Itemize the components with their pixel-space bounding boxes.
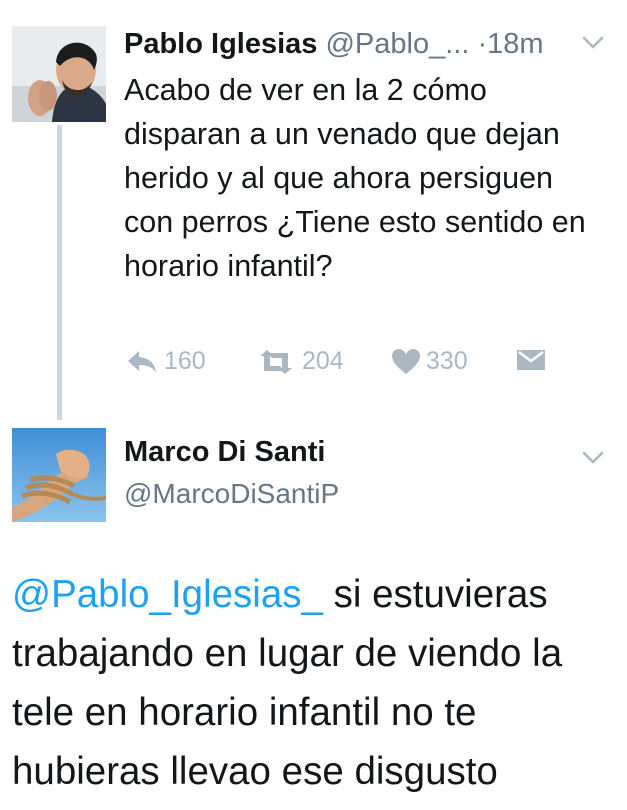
retweet-button[interactable]: 204	[256, 347, 344, 376]
author-name[interactable]: Pablo Iglesias	[124, 28, 317, 60]
thread-connector-line	[57, 125, 62, 420]
chevron-down-icon[interactable]	[582, 36, 604, 55]
direct-message-icon	[516, 347, 546, 373]
tweet-text: Acabo de ver en la 2 cómo disparan a un …	[124, 73, 586, 283]
reply-icon	[126, 349, 158, 375]
direct-message-button[interactable]	[516, 347, 546, 373]
tweet-time[interactable]: 18m	[487, 28, 543, 60]
like-count: 330	[426, 347, 468, 375]
reply-button[interactable]: 160	[126, 347, 206, 376]
avatar-marco-di-santi[interactable]	[12, 428, 106, 522]
mention-link[interactable]: @Pablo_Iglesias_	[12, 573, 323, 616]
reply-count: 160	[164, 347, 206, 375]
like-button[interactable]: 330	[392, 347, 468, 376]
heart-icon	[392, 348, 420, 375]
retweet-count: 204	[302, 347, 344, 375]
reply-author-handle[interactable]: @MarcoDiSantiP	[124, 478, 339, 510]
tweet-header: Pablo Iglesias @Pablo_... ·18m	[124, 26, 544, 62]
retweet-icon	[256, 349, 296, 375]
reply-chevron-down-icon[interactable]	[582, 451, 604, 470]
author-handle[interactable]: @Pablo_...	[325, 28, 469, 60]
reply-author-name[interactable]: Marco Di Santi	[124, 436, 325, 469]
separator-dot: ·	[477, 28, 488, 60]
avatar-pablo-iglesias[interactable]	[12, 26, 106, 122]
reply-text-body: @Pablo_Iglesias_ si estuvieras trabajand…	[12, 565, 624, 801]
